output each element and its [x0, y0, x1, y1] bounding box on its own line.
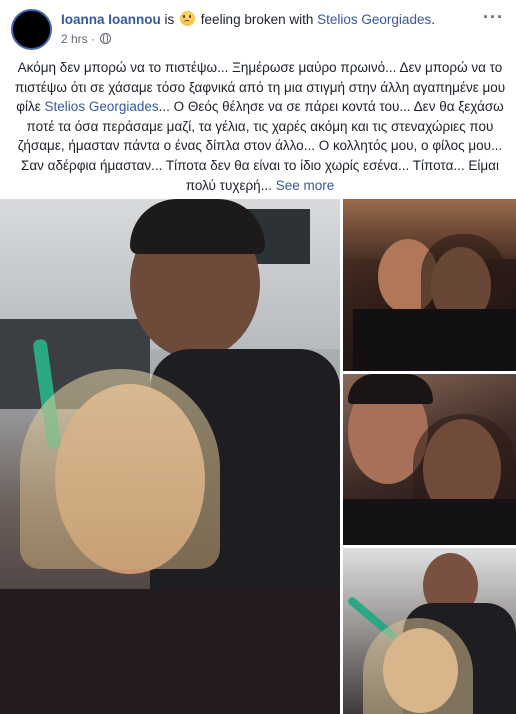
photo-salon-selfie-main[interactable] — [0, 199, 340, 714]
feeling-text: feeling broken with — [200, 12, 314, 27]
photo-woman-top — [0, 589, 340, 714]
avatar[interactable] — [11, 9, 52, 50]
post-header: Ioanna Ioannou is feeling broken with St… — [0, 0, 516, 52]
photo-man-hair — [130, 199, 265, 254]
ellipsis-icon[interactable]: ··· — [483, 8, 504, 26]
is-text: is — [164, 12, 175, 27]
tagged-friend-link[interactable]: Stelios Georgiades — [317, 12, 431, 27]
post-header-line: Ioanna Ioannou is feeling broken with St… — [61, 11, 435, 27]
timestamp-line: 2 hrs · — [61, 32, 112, 46]
photo-clothes — [343, 499, 516, 545]
header-period: . — [431, 12, 435, 27]
post-body-text: Ακόμη δεν μπορώ να το πιστέψω... Ξημέρωσ… — [11, 58, 509, 195]
photo-clothes — [353, 309, 516, 371]
crying-face-icon — [180, 11, 196, 26]
post-body-tag-link[interactable]: Stelios Georgiades — [45, 99, 159, 114]
see-more-link[interactable]: See more — [276, 178, 335, 193]
author-name[interactable]: Ioanna Ioannou — [61, 12, 161, 27]
photo-restaurant-selfie[interactable] — [343, 199, 516, 371]
photo-man-hair — [348, 374, 433, 404]
globe-icon[interactable] — [100, 33, 112, 44]
photo-close-selfie[interactable] — [343, 374, 516, 545]
photo-woman-hair — [20, 369, 220, 569]
timestamp[interactable]: 2 hrs — [61, 32, 88, 46]
timestamp-separator: · — [91, 32, 96, 46]
photo-salon-selfie-small[interactable] — [343, 548, 516, 714]
